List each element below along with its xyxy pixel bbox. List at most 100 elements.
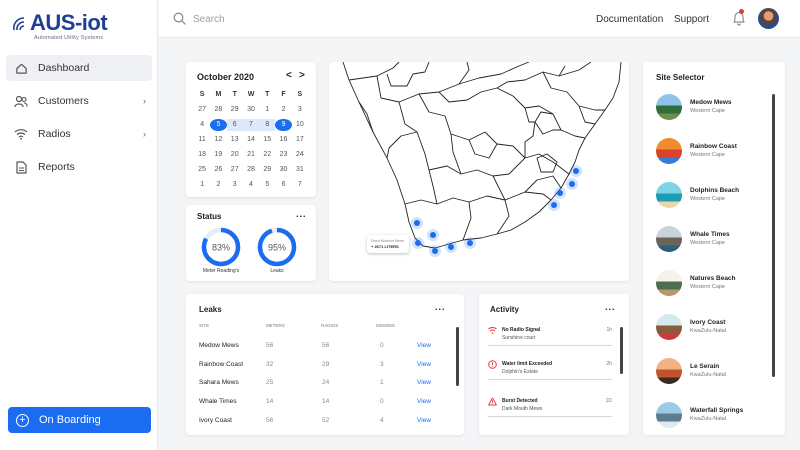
calendar-day[interactable]: 4 <box>243 179 259 191</box>
calendar-next-button[interactable]: > <box>299 70 305 81</box>
calendar-prev-button[interactable]: < <box>286 70 292 81</box>
site-item[interactable]: Le Serain KwaZulu-Natal <box>656 358 766 386</box>
map-marker[interactable] <box>548 199 560 211</box>
calendar-day[interactable]: 28 <box>210 104 226 116</box>
calendar-day[interactable]: 30 <box>243 104 259 116</box>
missing-cell: 3 <box>380 361 384 368</box>
calendar-day[interactable]: 2 <box>275 104 291 116</box>
calendar-day[interactable]: 4 <box>194 119 210 131</box>
radios-cell: 14 <box>322 398 330 405</box>
calendar-day[interactable]: 7 <box>242 119 260 131</box>
view-link[interactable]: View <box>417 398 431 405</box>
site-item[interactable]: Natures Beach Western Cape <box>656 270 766 298</box>
map-marker[interactable] <box>429 245 441 257</box>
calendar-day[interactable]: 18 <box>194 149 210 161</box>
leaks-scrollbar[interactable] <box>456 327 459 386</box>
view-link[interactable]: View <box>417 379 431 386</box>
site-item[interactable]: Medow Mews Western Cape <box>656 94 766 122</box>
calendar-day[interactable]: 23 <box>275 149 291 161</box>
calendar-day[interactable]: 12 <box>210 134 226 146</box>
map-marker[interactable] <box>445 241 457 253</box>
site-item[interactable]: Waterfall Springs KwaZulu-Natal <box>656 402 766 430</box>
calendar-day[interactable]: 2 <box>210 179 226 191</box>
calendar-day[interactable]: 13 <box>227 134 243 146</box>
onboarding-button[interactable]: + On Boarding <box>8 407 151 433</box>
calendar-day[interactable]: 1 <box>259 104 275 116</box>
calendar-day[interactable]: 26 <box>210 164 226 176</box>
leaks-more-button[interactable]: ... <box>435 302 446 312</box>
site-name: Dolphins Beach <box>690 187 740 194</box>
calendar-day[interactable]: 3 <box>292 104 308 116</box>
search-input[interactable] <box>193 10 443 28</box>
calendar-day[interactable]: 25 <box>194 164 210 176</box>
calendar-day[interactable]: 21 <box>243 149 259 161</box>
app-logo[interactable]: AUS-iot Automated Utility Systems <box>8 10 148 44</box>
sidebar-item-customers[interactable]: Customers › <box>6 88 152 114</box>
map-marker[interactable] <box>411 217 423 229</box>
site-region: Western Cape <box>690 152 726 158</box>
site-item[interactable]: Ivory Coast KwaZulu-Natal <box>656 314 766 342</box>
activity-scrollbar[interactable] <box>620 327 623 374</box>
no-signal-icon <box>488 327 497 334</box>
calendar-day[interactable]: 27 <box>194 104 210 116</box>
calendar-day[interactable]: 22 <box>259 149 275 161</box>
calendar-day[interactable]: 11 <box>194 134 210 146</box>
calendar-day[interactable]: 16 <box>275 134 291 146</box>
calendar-day[interactable]: 1 <box>194 179 210 191</box>
meter-reading-label: Meter Reading's <box>202 268 240 274</box>
weekday-header: T <box>232 91 237 98</box>
status-more-button[interactable]: ... <box>296 209 307 219</box>
status-title: Status <box>197 212 222 221</box>
map-marker[interactable] <box>554 187 566 199</box>
map-marker[interactable] <box>566 178 578 190</box>
column-header-radios: RADIOS <box>321 323 339 328</box>
map-marker[interactable] <box>412 237 424 249</box>
calendar-day[interactable]: 14 <box>243 134 259 146</box>
map-marker[interactable] <box>427 229 439 241</box>
sidebar-item-reports[interactable]: Reports <box>6 154 152 180</box>
site-item[interactable]: Whale Times Western Cape <box>656 226 766 254</box>
sidebar-item-radios[interactable]: Radios › <box>6 121 152 147</box>
user-avatar[interactable] <box>758 8 779 29</box>
sidebar-item-dashboard[interactable]: Dashboard <box>6 55 152 81</box>
site-name: Ivory Coast <box>690 319 726 326</box>
activity-more-button[interactable]: ... <box>605 302 616 312</box>
calendar-day[interactable]: 8 <box>259 119 276 131</box>
activity-item-time: 2h <box>606 361 612 367</box>
view-link[interactable]: View <box>417 361 431 368</box>
site-cell: Whale Times <box>199 398 237 405</box>
support-link[interactable]: Support <box>674 14 709 25</box>
calendar-grid: S M T W T F S 27 28 29 30 1 2 3 4 5 6 7 8 9 10 11 12 13 14 15 16 17… <box>194 89 308 191</box>
map-marker[interactable] <box>570 165 582 177</box>
calendar-day[interactable]: 27 <box>227 164 243 176</box>
calendar-day[interactable]: 3 <box>227 179 243 191</box>
calendar-day[interactable]: 6 <box>275 179 291 191</box>
view-link[interactable]: View <box>417 417 431 424</box>
calendar-day[interactable]: 5 <box>259 179 275 191</box>
calendar-day[interactable]: 31 <box>292 164 308 176</box>
calendar-day[interactable]: 24 <box>292 149 308 161</box>
calendar-day[interactable]: 7 <box>292 179 308 191</box>
calendar-day[interactable]: 6 <box>226 119 243 131</box>
view-link[interactable]: View <box>417 342 431 349</box>
documentation-link[interactable]: Documentation <box>596 14 663 25</box>
site-item[interactable]: Rainbow Coast Western Cape <box>656 138 766 166</box>
calendar-day[interactable]: 9 <box>275 119 292 131</box>
calendar-day[interactable]: 29 <box>259 164 275 176</box>
calendar-day[interactable]: 29 <box>227 104 243 116</box>
calendar-day[interactable]: 20 <box>227 149 243 161</box>
calendar-day[interactable]: 19 <box>210 149 226 161</box>
calendar-day[interactable]: 17 <box>292 134 308 146</box>
calendar-day[interactable]: 30 <box>275 164 291 176</box>
onboarding-label: On Boarding <box>39 414 101 426</box>
site-thumbnail <box>656 402 682 428</box>
site-item[interactable]: Dolphins Beach Western Cape <box>656 182 766 210</box>
calendar-day[interactable]: 15 <box>259 134 275 146</box>
calendar-day[interactable]: 28 <box>243 164 259 176</box>
calendar-day[interactable]: 10 <box>292 119 308 131</box>
map-marker[interactable] <box>464 237 476 249</box>
site-selector-scrollbar[interactable] <box>772 94 775 377</box>
calendar-day[interactable]: 5 <box>210 119 227 131</box>
meters-cell: 25 <box>266 379 274 386</box>
table-row: Ivory Coast 56 52 4 View <box>199 417 439 429</box>
